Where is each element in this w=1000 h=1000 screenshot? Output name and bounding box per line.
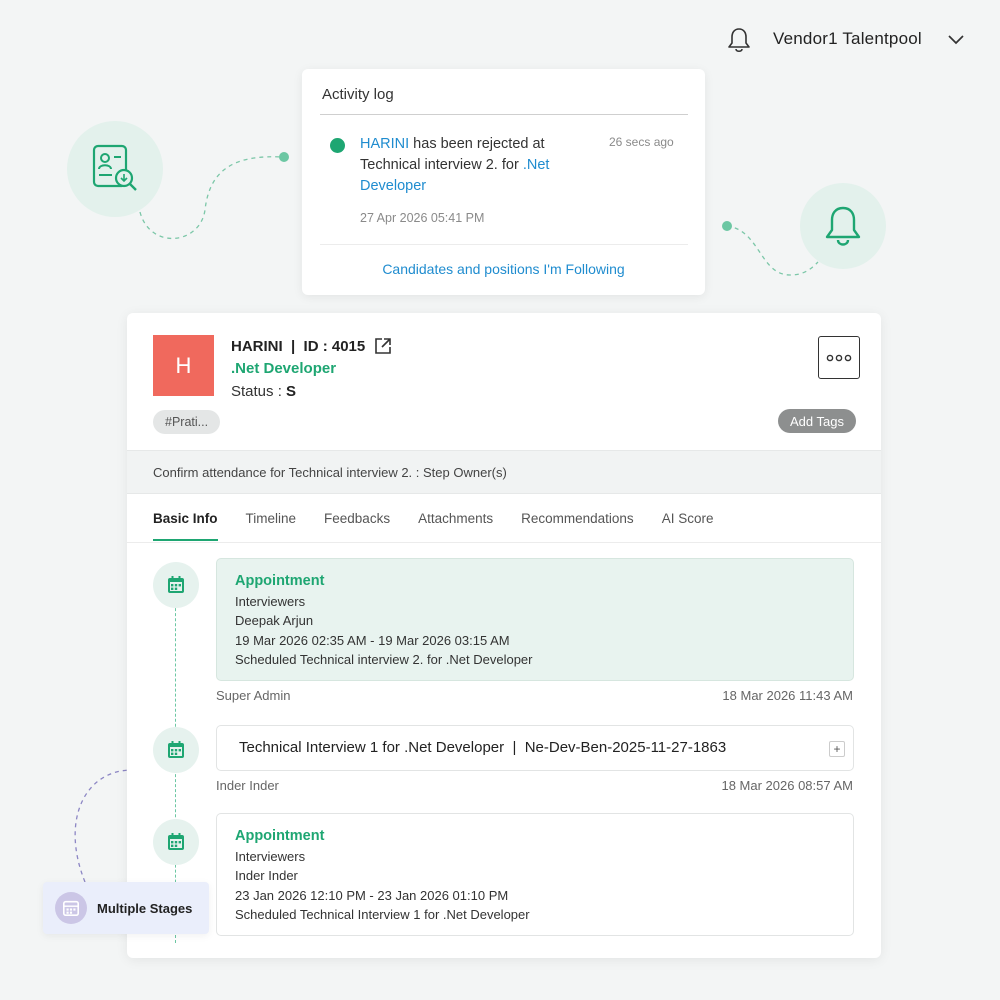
step-info-bar: Confirm attendance for Technical intervi… [127, 450, 881, 494]
calendar-icon [153, 819, 199, 865]
chevron-down-icon[interactable] [946, 30, 966, 48]
user-name[interactable]: Vendor1 Talentpool [773, 29, 922, 49]
activity-candidate-link[interactable]: HARINI [360, 136, 409, 152]
entry-title: Appointment [235, 573, 325, 589]
external-link-icon[interactable] [373, 336, 393, 356]
bell-illustration-icon [800, 183, 886, 269]
candidate-card: H HARINI | ID : 4015 .Net Developer Stat… [127, 313, 881, 958]
tag-chip[interactable]: #Prati... [153, 410, 221, 434]
candidate-name-id: HARINI | ID : 4015 [231, 337, 366, 355]
candidate-header: HARINI | ID : 4015 [231, 336, 393, 356]
tab-feedbacks[interactable]: Feedbacks [324, 511, 390, 541]
tab-ai-score[interactable]: AI Score [662, 511, 714, 541]
timeline-entry[interactable]: Appointment Interviewers Inder Inder 23 … [216, 813, 854, 936]
candidate-position[interactable]: .Net Developer [231, 360, 336, 377]
entry-owner: Inder Inder [216, 778, 279, 793]
calendar-icon [153, 727, 199, 773]
divider [127, 542, 881, 543]
timeline-entry[interactable]: Appointment Interviewers Deepak Arjun 19… [216, 558, 854, 681]
more-dots-icon [826, 354, 852, 361]
entry-owner: Super Admin [216, 688, 291, 703]
calendar-stages-icon [55, 892, 87, 924]
following-link[interactable]: Candidates and positions I'm Following [302, 261, 705, 277]
expand-button[interactable]: + [829, 741, 845, 757]
bell-icon[interactable] [726, 26, 752, 54]
tab-timeline[interactable]: Timeline [246, 511, 297, 541]
divider [320, 114, 688, 115]
status-dot-icon [330, 138, 345, 153]
candidate-search-illustration-icon [67, 121, 163, 217]
entry-datetime: 18 Mar 2026 08:57 AM [721, 778, 853, 793]
avatar: H [153, 335, 214, 396]
add-tags-button[interactable]: Add Tags [778, 409, 856, 433]
timeline-entry-collapsed[interactable]: Technical Interview 1 for .Net Developer… [216, 725, 854, 771]
multiple-stages-badge: Multiple Stages [43, 882, 209, 934]
candidate-status: Status : S [231, 383, 297, 400]
tab-basic-info[interactable]: Basic Info [153, 511, 218, 541]
entry-title: Appointment [235, 828, 325, 844]
tab-attachments[interactable]: Attachments [418, 511, 493, 541]
activity-log-card: Activity log HARINI has been rejected at… [302, 69, 705, 295]
activity-datetime: 27 Apr 2026 05:41 PM [360, 211, 485, 225]
activity-message: HARINI has been rejected at Technical in… [360, 136, 550, 194]
entry-summary: Technical Interview 1 for .Net Developer… [239, 739, 727, 756]
activity-log-title: Activity log [322, 86, 394, 103]
multiple-stages-label: Multiple Stages [97, 900, 193, 916]
divider [320, 244, 688, 245]
tab-recommendations[interactable]: Recommendations [521, 511, 634, 541]
entry-datetime: 18 Mar 2026 11:43 AM [722, 688, 853, 703]
more-options-button[interactable] [818, 336, 860, 379]
calendar-icon [153, 562, 199, 608]
activity-time-ago: 26 secs ago [609, 135, 674, 149]
tab-bar: Basic Info Timeline Feedbacks Attachment… [153, 511, 713, 543]
